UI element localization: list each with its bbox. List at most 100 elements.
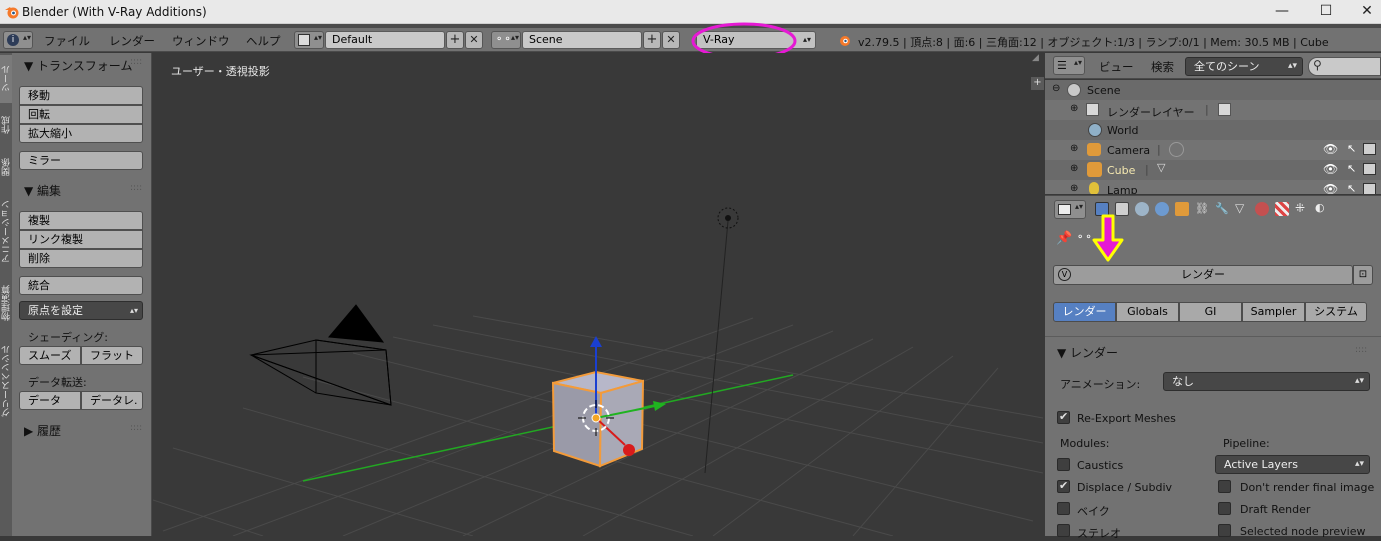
- tab-gi[interactable]: GI: [1179, 302, 1242, 322]
- expand-icon[interactable]: ⊕: [1070, 183, 1078, 194]
- properties-toggle-button[interactable]: +: [1031, 77, 1044, 90]
- texture-tab-icon[interactable]: [1275, 202, 1289, 216]
- shade-flat-button[interactable]: フラット: [81, 346, 143, 365]
- tab-create[interactable]: 作成: [0, 105, 12, 145]
- data-transfer-button[interactable]: データ: [19, 391, 81, 410]
- minimize-button[interactable]: —: [1267, 2, 1297, 22]
- duplicate-linked-button[interactable]: リンク複製: [19, 230, 143, 249]
- tab-relations[interactable]: 関係: [0, 147, 12, 187]
- object-tab-icon[interactable]: [1175, 202, 1189, 216]
- outliner-search-input[interactable]: ⚲: [1308, 57, 1381, 76]
- select-arrow-icon[interactable]: ↖: [1347, 162, 1356, 175]
- 3d-viewport[interactable]: ユーザー・透視投影 ◢ +: [153, 53, 1044, 536]
- scale-button[interactable]: 拡大縮小: [19, 124, 143, 143]
- outliner-search-menu[interactable]: 検索: [1151, 59, 1174, 75]
- visibility-eye-icon[interactable]: 👁: [1323, 182, 1338, 194]
- tab-render[interactable]: レンダー: [1053, 302, 1116, 322]
- dont-render-final-checkbox[interactable]: [1218, 480, 1231, 493]
- material-tab-icon[interactable]: [1255, 202, 1269, 216]
- scene-tab-icon[interactable]: [1135, 202, 1149, 216]
- tab-physics[interactable]: 物理演算: [0, 277, 12, 329]
- outliner-row-camera[interactable]: ⊕ Camera | 👁 ↖: [1045, 140, 1381, 160]
- tab-tools[interactable]: ツール: [0, 55, 12, 103]
- maximize-button[interactable]: ☐: [1311, 2, 1341, 22]
- scene-menu[interactable]: ⚬⚬ ▴▾: [491, 31, 521, 49]
- caustics-checkbox[interactable]: [1057, 458, 1070, 471]
- outliner-row-cube[interactable]: ⊕ Cube | ▽ 👁 ↖: [1045, 160, 1381, 180]
- shade-smooth-button[interactable]: スムーズ: [19, 346, 81, 365]
- constraints-tab-icon[interactable]: ⛓: [1195, 202, 1209, 216]
- render-camera-icon[interactable]: [1363, 183, 1376, 194]
- bake-checkbox[interactable]: [1057, 502, 1070, 515]
- rotate-button[interactable]: 回転: [19, 105, 143, 124]
- close-window-button[interactable]: ✕: [1352, 2, 1381, 22]
- outliner-row-render-layers[interactable]: ⊕ レンダーレイヤー |: [1045, 100, 1381, 120]
- tab-sampler[interactable]: Sampler: [1242, 302, 1305, 322]
- panel-render-header[interactable]: ▼ レンダー: [1057, 344, 1118, 361]
- outliner-view-menu[interactable]: ビュー: [1099, 59, 1134, 75]
- duplicate-button[interactable]: 複製: [19, 211, 143, 230]
- pipeline-dropdown[interactable]: Active Layers ▴▾: [1215, 455, 1370, 474]
- properties-editor-menu[interactable]: ▴▾: [1054, 200, 1086, 219]
- panel-drag-handle[interactable]: ::::: [130, 183, 142, 193]
- display-mode-dropdown[interactable]: 全てのシーン ▴▾: [1185, 57, 1303, 76]
- render-camera-icon[interactable]: [1363, 163, 1376, 175]
- panel-history-header[interactable]: ▶ 履歴: [24, 422, 61, 439]
- tab-system[interactable]: システム: [1305, 302, 1367, 322]
- add-layout-button[interactable]: +: [446, 31, 464, 49]
- tab-globals[interactable]: Globals: [1116, 302, 1179, 322]
- animation-dropdown[interactable]: なし ▴▾: [1163, 372, 1370, 391]
- selected-node-preview-checkbox[interactable]: [1218, 524, 1231, 537]
- tab-animation[interactable]: アニメーション: [0, 189, 12, 275]
- delete-scene-button[interactable]: ✕: [662, 31, 680, 49]
- particles-tab-icon[interactable]: ⁜: [1295, 201, 1309, 215]
- tab-grease-pencil[interactable]: グリースペンシル: [0, 331, 12, 431]
- menu-file[interactable]: ファイル: [44, 33, 90, 49]
- physics-tab-icon[interactable]: ◐: [1315, 201, 1329, 215]
- visibility-eye-icon[interactable]: 👁: [1323, 162, 1338, 176]
- visibility-eye-icon[interactable]: 👁: [1323, 142, 1338, 156]
- select-arrow-icon[interactable]: ↖: [1347, 182, 1356, 194]
- expand-icon[interactable]: ⊕: [1070, 103, 1078, 114]
- panel-transform-header[interactable]: ▼ トランスフォーム: [24, 57, 132, 74]
- outliner-editor-menu[interactable]: ☰ ▴▾: [1053, 56, 1085, 75]
- layout-name-field[interactable]: Default: [325, 31, 445, 49]
- displace-subdiv-checkbox[interactable]: [1057, 479, 1070, 493]
- mirror-button[interactable]: ミラー: [19, 151, 143, 170]
- panel-drag-handle[interactable]: ::::: [130, 57, 142, 67]
- pin-icon[interactable]: 📌: [1056, 231, 1072, 246]
- join-button[interactable]: 統合: [19, 276, 143, 295]
- move-button[interactable]: 移動: [19, 86, 143, 105]
- add-scene-button[interactable]: +: [643, 31, 661, 49]
- reexport-meshes-checkbox[interactable]: [1057, 410, 1070, 424]
- panel-drag-handle[interactable]: ::::: [130, 423, 142, 433]
- editor-type-menu[interactable]: i ▴▾: [3, 31, 33, 49]
- outliner-row-world[interactable]: World: [1045, 120, 1381, 140]
- split-corner-icon[interactable]: ◢: [1032, 53, 1044, 65]
- scene-name-field[interactable]: Scene: [522, 31, 642, 49]
- set-origin-dropdown[interactable]: 原点を設定 ▴▾: [19, 301, 143, 320]
- expand-icon[interactable]: ⊕: [1070, 163, 1078, 174]
- select-arrow-icon[interactable]: ↖: [1347, 142, 1356, 155]
- delete-button[interactable]: 削除: [19, 249, 143, 268]
- screen-layout-menu[interactable]: ▴▾: [294, 31, 324, 49]
- collapse-icon[interactable]: ⊖: [1052, 83, 1060, 94]
- delete-layout-button[interactable]: ✕: [465, 31, 483, 49]
- modifiers-wrench-icon[interactable]: 🔧: [1215, 202, 1229, 216]
- menu-help[interactable]: ヘルプ: [246, 33, 281, 49]
- world-tab-icon[interactable]: [1155, 202, 1169, 216]
- expand-icon[interactable]: ⊕: [1070, 143, 1078, 154]
- menu-window[interactable]: ウィンドウ: [172, 33, 230, 49]
- panel-drag-handle[interactable]: ::::: [1355, 345, 1367, 355]
- outliner-row-scene[interactable]: ⊖ Scene: [1045, 80, 1381, 100]
- render-camera-icon[interactable]: [1363, 143, 1376, 155]
- scene-icon: ⚬⚬: [1076, 232, 1093, 243]
- draft-render-checkbox[interactable]: [1218, 502, 1231, 515]
- outliner-row-lamp[interactable]: ⊕ Lamp 👁 ↖: [1045, 180, 1381, 194]
- panel-edit-header[interactable]: ▼ 編集: [24, 182, 61, 199]
- stereo-checkbox[interactable]: [1057, 524, 1070, 537]
- lock-icon[interactable]: ⊡: [1353, 265, 1373, 285]
- data-layout-button[interactable]: データレ.: [81, 391, 143, 410]
- mesh-data-tab-icon[interactable]: ▽: [1235, 201, 1249, 215]
- menu-render[interactable]: レンダー: [109, 33, 155, 49]
